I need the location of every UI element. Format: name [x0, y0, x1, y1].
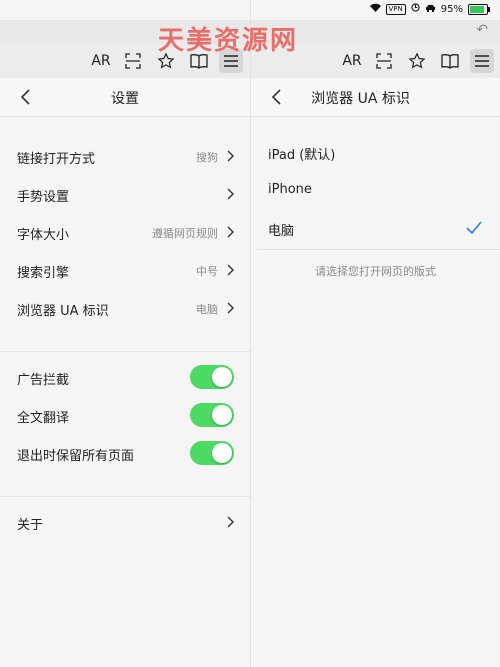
settings-pane: AR 设置 链接打开方式 搜狗 手势设置 字体大小 遵循网页规则 搜索引擎 中号…: [0, 0, 250, 667]
car-icon: [425, 4, 436, 15]
ua-hint-text: 请选择您打开网页的版式: [315, 265, 436, 278]
ua-pane: VPN 95% ↶ AR 浏览器 UA 标识 iPad (默认) iPhone …: [250, 0, 500, 667]
reading-list-icon[interactable]: [438, 49, 462, 73]
chevron-right-icon: [227, 226, 234, 238]
status-bar: VPN 95%: [251, 0, 500, 20]
row-label: 退出时保留所有页面: [17, 449, 135, 464]
toggle-list: 广告拦截 全文翻译 退出时保留所有页面: [0, 358, 250, 472]
ua-option-desktop[interactable]: 电脑: [251, 209, 500, 247]
battery-icon: [468, 3, 490, 15]
wifi-icon: [369, 3, 381, 15]
status-indicators: VPN 95%: [369, 3, 490, 15]
ua-navbar: 浏览器 UA 标识: [251, 78, 500, 117]
row-value: 遵循网页规则: [152, 227, 218, 240]
row-about[interactable]: 关于: [0, 503, 250, 541]
row-label: 手势设置: [17, 190, 70, 205]
ua-option-iphone[interactable]: iPhone: [251, 171, 500, 209]
row-label: 广告拦截: [17, 373, 70, 388]
keep-pages-toggle[interactable]: [190, 441, 234, 465]
row-font-size[interactable]: 字体大小 遵循网页规则: [0, 213, 250, 251]
bookmark-star-icon[interactable]: [405, 49, 429, 73]
full-translate-toggle[interactable]: [190, 403, 234, 427]
reader-mode-button[interactable]: AR: [88, 49, 114, 73]
orientation-lock-icon: [411, 3, 420, 15]
scan-icon[interactable]: [372, 49, 396, 73]
chevron-right-icon: [227, 302, 234, 314]
chevron-right-icon: [227, 150, 234, 162]
row-label: 浏览器 UA 标识: [17, 304, 109, 319]
checkmark-icon: [466, 221, 482, 235]
ua-option-ipad[interactable]: iPad (默认): [251, 133, 500, 171]
toggle-knob: [212, 443, 232, 463]
row-label: 搜索引擎: [17, 266, 70, 281]
about-list: 关于: [0, 503, 250, 541]
row-browser-ua[interactable]: 浏览器 UA 标识 电脑: [0, 289, 250, 327]
scan-icon[interactable]: [121, 49, 145, 73]
chevron-right-icon: [227, 188, 234, 200]
ua-option-list: iPad (默认) iPhone 电脑: [251, 133, 500, 247]
reader-mode-button[interactable]: AR: [339, 49, 365, 73]
row-value: 电脑: [196, 303, 218, 316]
row-value: 中号: [196, 265, 218, 278]
toggle-knob: [212, 405, 232, 425]
chevron-right-icon: [227, 516, 234, 528]
section-divider: [257, 249, 500, 250]
menu-icon[interactable]: [470, 49, 494, 73]
row-label: 字体大小: [17, 228, 70, 243]
section-divider: [0, 351, 250, 352]
row-ad-block: 广告拦截: [0, 358, 250, 396]
option-label: iPhone: [268, 182, 312, 197]
chevron-right-icon: [227, 264, 234, 276]
option-label: 电脑: [268, 224, 295, 239]
row-link-open-mode[interactable]: 链接打开方式 搜狗: [0, 137, 250, 175]
row-keep-pages-on-exit: 退出时保留所有页面: [0, 434, 250, 472]
row-value: 搜狗: [196, 151, 218, 164]
undo-icon[interactable]: ↶: [476, 22, 488, 38]
page-title: 浏览器 UA 标识: [311, 91, 410, 107]
row-label: 链接打开方式: [17, 152, 96, 167]
ad-block-toggle[interactable]: [190, 365, 234, 389]
site-watermark: 天美资源网: [158, 26, 299, 56]
row-search-engine[interactable]: 搜索引擎 中号: [0, 251, 250, 289]
section-divider: [0, 496, 250, 497]
settings-list: 链接打开方式 搜狗 手势设置 字体大小 遵循网页规则 搜索引擎 中号 浏览器 U…: [0, 137, 250, 327]
row-label: 关于: [17, 518, 44, 533]
toggle-knob: [212, 367, 232, 387]
settings-navbar: 设置: [0, 78, 250, 117]
page-title: 设置: [111, 91, 139, 107]
option-label: iPad (默认): [268, 148, 336, 163]
row-label: 全文翻译: [17, 411, 70, 426]
battery-percent: 95%: [440, 3, 463, 15]
status-bar: [0, 0, 250, 20]
row-gesture-settings[interactable]: 手势设置: [0, 175, 250, 213]
vpn-badge: VPN: [385, 3, 406, 15]
row-full-translate: 全文翻译: [0, 396, 250, 434]
